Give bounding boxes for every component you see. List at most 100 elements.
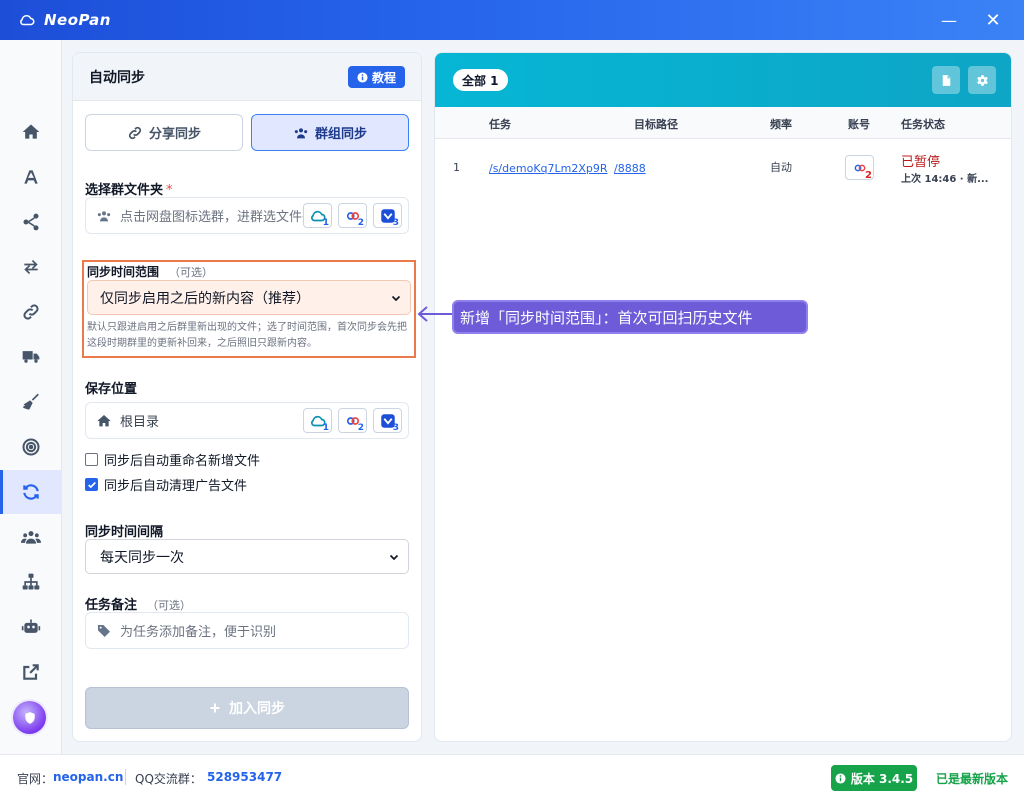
checkbox-checked[interactable] [85,478,98,491]
sync-interval-label: 同步时间间隔 [85,525,164,540]
share-nodes-icon [23,213,39,231]
info-circle-icon [835,772,846,784]
nav-robot[interactable] [0,605,62,649]
auto-rename-checkbox[interactable]: 同步后自动重命名新增文件 [85,450,260,469]
task-note-input[interactable]: 为任务添加备注，便于识别 [85,612,409,649]
truck-icon [22,351,40,363]
optional-tag: （可选） [169,266,214,279]
tab-group-label: 群组同步 [314,127,367,142]
tab-group-sync[interactable]: 群组同步 [251,114,409,151]
avatar[interactable] [13,701,46,734]
disk-1-button[interactable]: 1 [303,408,332,433]
nav-sync[interactable] [0,470,62,514]
column-account: 账号 [848,118,870,131]
chevron-down-icon [389,554,399,561]
disk-3-button[interactable]: 3 [373,203,402,228]
nav-sitemap[interactable] [0,560,62,604]
nav-users[interactable] [0,515,62,559]
sync-range-hint: 默认只跟进启用之后群里新出现的文件；选了时间范围，首次同步会先把这段时期群里的更… [87,322,407,349]
nav-share[interactable] [0,200,62,244]
column-status: 任务状态 [901,118,945,131]
tutorial-button[interactable]: 教程 [348,66,406,88]
nav-target[interactable] [0,425,62,469]
robot-icon [21,619,41,633]
nav-home[interactable] [0,110,62,154]
latest-version-text: 已是最新版本 [936,772,1009,786]
target-icon [22,438,40,456]
version-button[interactable]: 版本 3.4.5 [831,765,917,791]
nav-link[interactable] [0,290,62,334]
settings-button[interactable] [968,66,996,94]
account-number: 2 [865,170,872,181]
target-link[interactable]: /8888 [614,162,646,175]
font-icon [24,170,38,184]
task-link[interactable]: /s/demoKq7Lm2Xp9R [489,162,608,175]
group-folder-field[interactable]: 点击网盘图标选群，进群选文件夹 1 2 3 [85,197,409,234]
sync-range-highlight: 同步时间范围 （可选） 仅同步启用之后的新内容（推荐） 默认只跟进启用之后群里新出… [82,260,416,358]
external-link-icon [23,664,39,680]
row-index: 1 [453,161,460,174]
disk-3-button[interactable]: 3 [373,408,402,433]
users-icon [97,210,111,221]
tab-share-sync[interactable]: 分享同步 [85,114,243,151]
auto-rename-label: 同步后自动重命名新增文件 [104,454,261,469]
sync-range-select[interactable]: 仅同步启用之后的新内容（推荐） [87,280,411,315]
users-icon [294,127,308,138]
log-button[interactable] [932,66,960,94]
sync-interval-select[interactable]: 每天同步一次 [85,539,409,574]
tab-share-label: 分享同步 [148,127,201,142]
disk-1-button[interactable]: 1 [303,203,332,228]
divider [125,769,126,785]
minimize-button[interactable]: — [926,0,972,40]
sidebar [0,40,62,754]
task-list-panel: 全部 1 任务 目标路径 频率 账号 任务状态 1 /s/demoKq7Lm2X… [434,52,1012,742]
disk-buttons: 1 2 3 [303,203,402,228]
nav-font[interactable] [0,155,62,199]
add-sync-label: 加入同步 [229,701,285,717]
tutorial-label: 教程 [372,70,397,85]
optional-tag: （可选） [147,599,192,612]
nav-external[interactable] [0,650,62,694]
table-row[interactable]: 1 /s/demoKq7Lm2Xp9R /8888 自动 2 已暂停 上次 14… [435,139,1011,195]
cloud-logo-icon [20,14,35,26]
feature-annotation: 新增「同步时间范围」：首次可回扫历史文件 [452,300,808,334]
title-bar: NeoPan — ✕ [0,0,1024,40]
status-detail: 上次 14:46 · 新... [901,174,989,185]
tag-icon [98,624,110,637]
group-folder-placeholder: 点击网盘图标选群，进群选文件夹 [120,210,316,225]
nav-transfer[interactable] [0,245,62,289]
disk-2-button[interactable]: 2 [338,408,367,433]
status-badge: 已暂停 [901,155,941,170]
link-icon [128,126,142,139]
sync-icon [23,484,39,500]
site-label: 官网： [17,772,54,786]
check-icon [87,481,96,488]
row-frequency: 自动 [770,161,792,174]
plus-icon [210,703,220,713]
sitemap-icon [22,573,40,590]
users-icon [21,531,41,544]
qq-group-link[interactable]: 528953477 [207,770,282,784]
save-location-value: 根目录 [120,415,160,430]
add-sync-button[interactable]: 加入同步 [85,687,409,729]
disk-buttons: 1 2 3 [303,408,402,433]
auto-clean-ads-checkbox[interactable]: 同步后自动清理广告文件 [85,475,247,494]
nav-transport[interactable] [0,335,62,379]
task-note-placeholder: 为任务添加备注，便于识别 [120,625,277,640]
save-location-field[interactable]: 根目录 1 2 3 [85,402,409,439]
nav-clean[interactable] [0,380,62,424]
table-header: 任务 目标路径 频率 账号 任务状态 [435,107,1011,139]
checkbox-unchecked[interactable] [85,453,98,466]
home-icon [97,414,111,426]
site-link[interactable]: neopan.cn [53,770,123,784]
filter-all-badge[interactable]: 全部 1 [453,69,508,91]
broom-icon [22,393,39,410]
account-button[interactable]: 2 [845,155,874,181]
close-button[interactable]: ✕ [970,0,1016,40]
panel-title: 自动同步 [89,69,145,86]
callout-arrow-icon [417,306,452,322]
disk-2-button[interactable]: 2 [338,203,367,228]
sync-range-value: 仅同步启用之后的新内容（推荐） [100,290,310,307]
auto-clean-ads-label: 同步后自动清理广告文件 [104,479,248,494]
sync-range-label: 同步时间范围 （可选） [87,265,214,279]
